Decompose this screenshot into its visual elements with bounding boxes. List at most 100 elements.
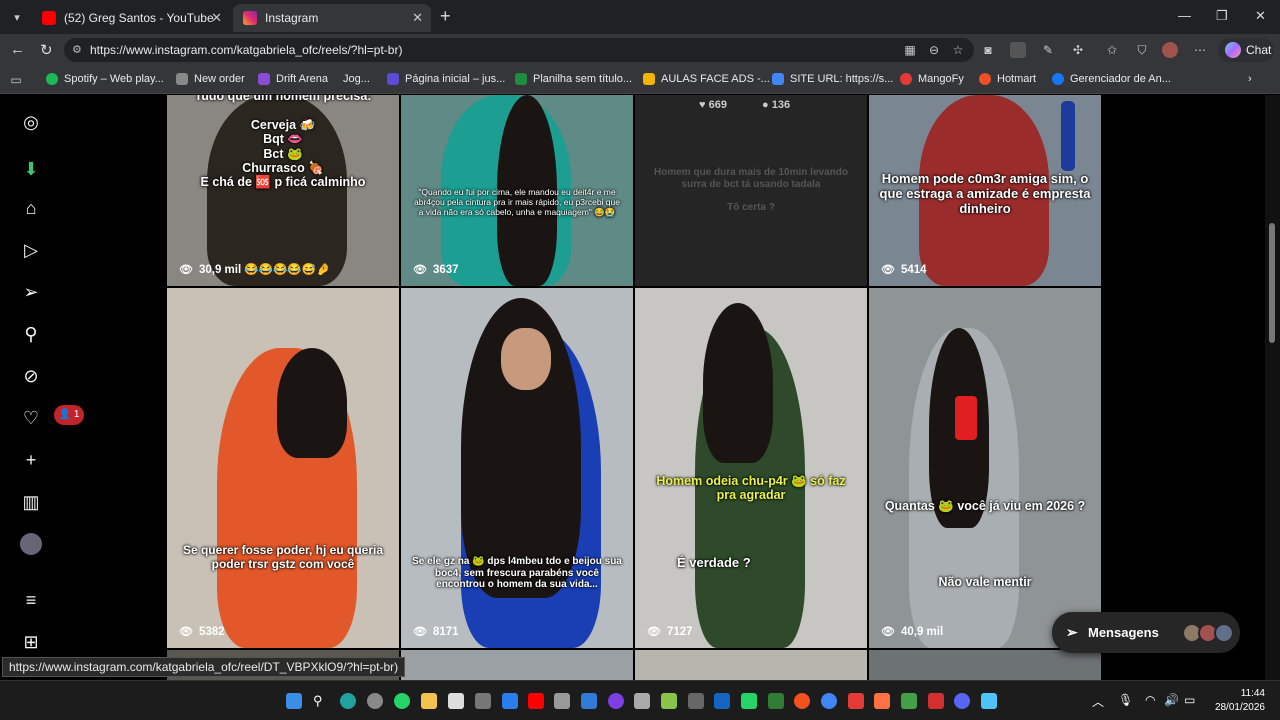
search-icon[interactable]: ⚲ [20,323,42,345]
download-extension-icon[interactable]: ⬇ [20,158,42,180]
app-icon[interactable] [608,693,624,709]
bookmark-item[interactable]: Planilha sem título... [515,73,632,85]
apps-icon[interactable]: ▦ [902,42,918,58]
close-tab-icon[interactable]: ✕ [211,10,222,26]
reel-tile[interactable] [869,650,1101,680]
app-icon[interactable] [661,693,677,709]
url-input[interactable]: ⚙ https://www.instagram.com/katgabriela_… [64,38,974,62]
explore-icon[interactable]: ⊘ [20,365,42,387]
tab-list-dropdown-icon[interactable]: ▾ [7,8,27,28]
chrome-icon[interactable] [821,693,837,709]
whatsapp-icon[interactable] [394,693,410,709]
site-info-icon[interactable]: ⚙ [72,38,82,62]
profile-avatar[interactable] [1162,42,1178,58]
favorite-star-icon[interactable]: ☆ [950,42,966,58]
system-clock[interactable]: 11:44 28/01/2026 [1205,687,1265,715]
bookmark-item[interactable]: Hotmart [979,73,1036,85]
app-icon[interactable] [794,693,810,709]
app-icon[interactable] [768,693,784,709]
shield-icon[interactable]: ⛉ [1134,42,1150,58]
start-icon[interactable] [286,693,302,709]
search-icon[interactable]: ⚲ [313,693,329,709]
reload-icon[interactable]: ↻ [40,41,53,59]
defender-icon[interactable] [714,693,730,709]
microphone-icon[interactable]: 🎙 [1118,693,1134,709]
tab-youtube[interactable]: (52) Greg Santos - YouTube ✕ [32,4,230,32]
back-icon[interactable]: ← [10,41,25,58]
close-tab-icon[interactable]: ✕ [412,10,423,26]
app-icon[interactable] [848,693,864,709]
bookmark-item[interactable]: Jog... [343,73,370,85]
filezilla-icon[interactable] [928,693,944,709]
bookmark-item[interactable]: MangoFy [900,73,964,85]
volume-icon[interactable]: 🔊 [1164,693,1180,709]
messages-button[interactable]: ➢ Mensagens [1052,612,1240,653]
copilot-chat-button[interactable]: Chat [1218,38,1274,62]
home-icon[interactable]: ⌂ [20,197,42,219]
bookmarks-overflow-icon[interactable]: › [1248,73,1252,85]
bookmark-item[interactable]: Página inicial – jus... [387,73,505,85]
app-icon[interactable] [634,693,650,709]
extensions-puzzle-icon[interactable]: ✣ [1070,42,1086,58]
edge-icon[interactable] [340,693,356,709]
wifi-icon[interactable]: ◠ [1145,693,1161,709]
app-icon[interactable] [367,693,383,709]
app-icon[interactable] [981,693,997,709]
reel-tile[interactable]: Tudo que um homem precisa: Cerveja 🍻 Bqt… [167,95,399,286]
app-icon[interactable] [874,693,890,709]
also-from-meta-icon[interactable]: ⊞ [20,631,42,653]
extension-pen-icon[interactable]: ✎ [1040,42,1056,58]
address-bar-row: ← ↻ ⚙ https://www.instagram.com/katgabri… [0,34,1280,66]
new-tab-icon[interactable]: + [440,6,451,27]
youtube-icon[interactable] [528,693,544,709]
profile-avatar[interactable] [20,533,42,555]
bookmark-item[interactable]: Drift Arena [258,73,328,85]
zoom-icon[interactable]: ⊖ [926,42,942,58]
create-icon[interactable]: + [20,449,42,471]
reel-tile[interactable] [401,650,633,680]
discord-icon[interactable] [954,693,970,709]
reel-tile-hovered[interactable]: Homem que dura mais de 10min levando sur… [635,95,867,286]
page-scrollbar[interactable] [1265,95,1280,680]
reel-tile[interactable]: Se ele gz na 🐸 dps l4mbeu tdo e beijou s… [401,288,633,648]
app-icon[interactable] [688,693,704,709]
reading-mode-icon[interactable]: ▭ [8,72,24,88]
bookmark-item[interactable]: Spotify – Web play... [46,73,164,85]
view-count: 👁 5414 [881,263,927,277]
reels-icon[interactable]: ▷ [20,239,42,261]
tray-chevron-icon[interactable]: ︿ [1092,693,1108,709]
instagram-logo-icon[interactable]: ◎ [20,111,42,133]
battery-icon[interactable]: ▭ [1184,693,1200,709]
extension-gamepad-icon[interactable]: ◙ [980,42,996,58]
messages-icon[interactable]: ➢ [20,281,42,303]
tab-instagram[interactable]: Instagram ✕ [233,4,431,32]
dashboard-icon[interactable]: ▥ [20,491,42,513]
reel-tile[interactable] [635,650,867,680]
more-menu-icon[interactable]: ⋯ [1192,42,1208,58]
bookmark-item[interactable]: SITE URL: https://s... [772,73,893,85]
vscode-icon[interactable] [581,693,597,709]
folder-icon[interactable] [421,693,437,709]
reel-tile[interactable]: Quantas 🐸 você já viu em 2026 ? Não vale… [869,288,1101,648]
reel-tile[interactable]: Se querer fosse poder, hj eu queria pode… [167,288,399,648]
app-icon[interactable] [502,693,518,709]
minimize-icon[interactable]: — [1178,8,1191,23]
more-menu-icon[interactable]: ≡ [20,589,42,611]
reel-tile[interactable]: Homem pode c0m3r amiga sim, o que estrag… [869,95,1101,286]
bookmark-item[interactable]: AULAS FACE ADS -... [643,73,770,85]
favorites-icon[interactable]: ✩ [1104,42,1120,58]
restore-icon[interactable]: ❐ [1216,8,1228,24]
settings-icon[interactable] [475,693,491,709]
app-icon[interactable] [554,693,570,709]
app-icon[interactable] [448,693,464,709]
whatsapp-icon[interactable] [741,693,757,709]
reel-tile[interactable]: Homem odeia chu-p4r 🐸 só faz pra agradar… [635,288,867,648]
notifications-heart-icon[interactable]: ♡ [20,407,42,429]
bookmark-item[interactable]: Gerenciador de An... [1052,73,1171,85]
close-window-icon[interactable]: ✕ [1255,8,1266,24]
scrollbar-thumb[interactable] [1269,223,1275,343]
reel-tile[interactable]: "Quando eu fui por cima, ele mandou eu d… [401,95,633,286]
bookmark-item[interactable]: New order [176,73,245,85]
extension-code-icon[interactable] [1010,42,1026,58]
app-icon[interactable] [901,693,917,709]
